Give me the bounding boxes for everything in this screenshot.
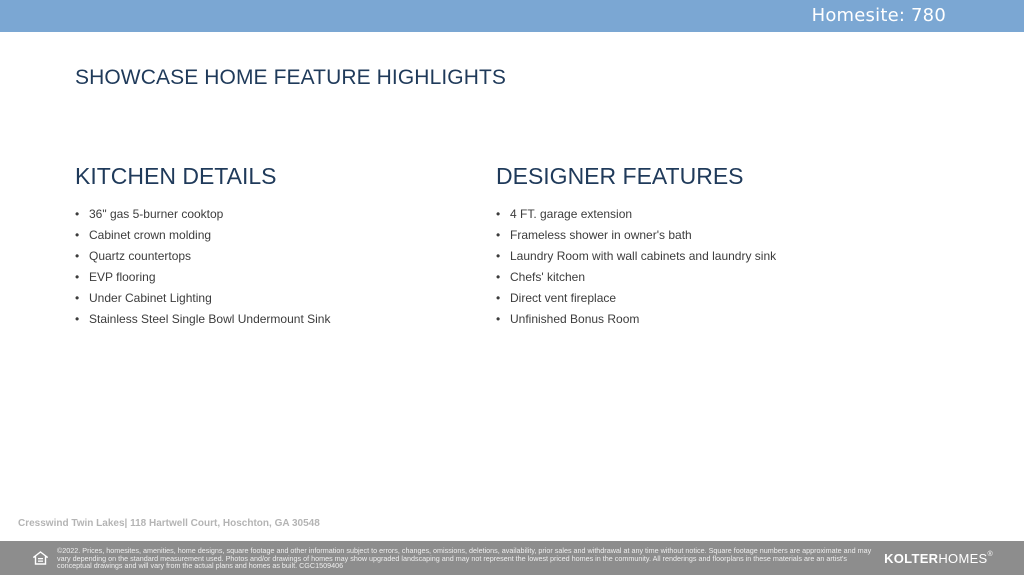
equal-housing-opportunity-icon (31, 551, 50, 565)
list-item: 4 FT. garage extension (496, 204, 776, 225)
list-item: EVP flooring (75, 267, 330, 288)
page-title: SHOWCASE HOME FEATURE HIGHLIGHTS (75, 66, 507, 89)
kitchen-details-heading: KITCHEN DETAILS (75, 163, 277, 189)
designer-features-list: 4 FT. garage extension Frameless shower … (496, 204, 776, 330)
footer-bar: ©2022. Prices, homesites, amenities, hom… (0, 541, 1024, 575)
list-item: Chefs' kitchen (496, 267, 776, 288)
list-item: Stainless Steel Single Bowl Undermount S… (75, 309, 330, 330)
list-item: Under Cabinet Lighting (75, 288, 330, 309)
community-address: Cresswind Twin Lakes| 118 Hartwell Court… (18, 518, 320, 529)
list-item: Frameless shower in owner's bath (496, 225, 776, 246)
header-bar: Homesite: 780 (0, 0, 1024, 32)
designer-features-heading: DESIGNER FEATURES (496, 163, 744, 189)
list-item: Quartz countertops (75, 246, 330, 267)
kolter-homes-logo: KOLTERHOMES® (884, 551, 993, 566)
list-item: Unfinished Bonus Room (496, 309, 776, 330)
list-item: 36" gas 5-burner cooktop (75, 204, 330, 225)
legal-disclaimer: ©2022. Prices, homesites, amenities, hom… (57, 546, 872, 571)
list-item: Direct vent fireplace (496, 288, 776, 309)
kitchen-details-list: 36" gas 5-burner cooktop Cabinet crown m… (75, 204, 330, 330)
homesite-label: Homesite: 780 (811, 5, 946, 26)
list-item: Laundry Room with wall cabinets and laun… (496, 246, 776, 267)
list-item: Cabinet crown molding (75, 225, 330, 246)
